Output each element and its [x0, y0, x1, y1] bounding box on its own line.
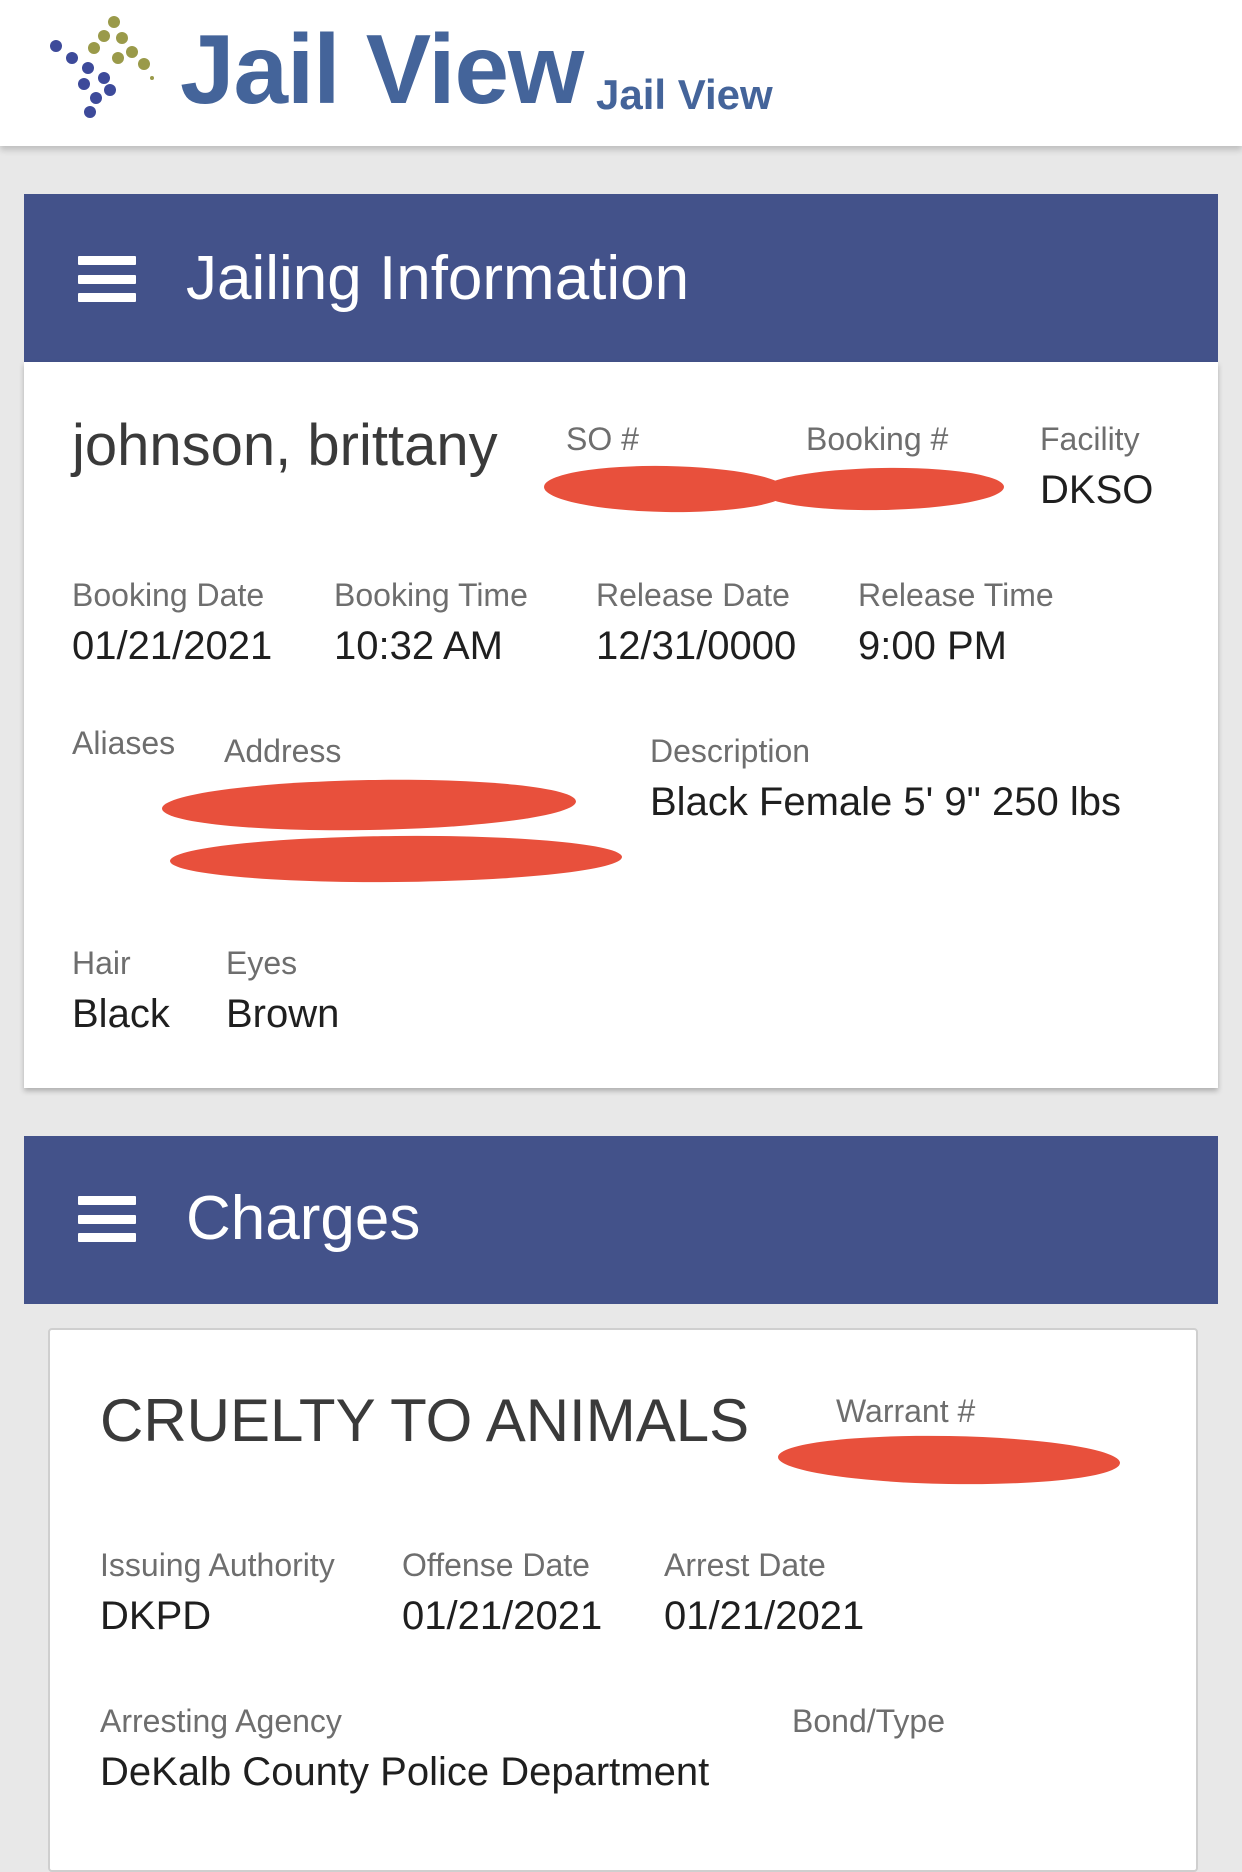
booking-time-label: Booking Time	[334, 577, 528, 613]
booking-date-label: Booking Date	[72, 577, 265, 613]
dots-cross-logo	[50, 16, 154, 118]
arresting-agency-label: Arresting Agency	[100, 1703, 342, 1739]
release-time-value: 9:00 PM	[858, 624, 1007, 668]
address-label: Address	[224, 733, 342, 769]
hair-value: Black	[72, 992, 170, 1036]
jailing-information-card: johnson, brittany SO # Booking # Facilit…	[24, 362, 1218, 1088]
so-number-redaction	[543, 463, 789, 515]
issuing-authority-value: DKPD	[100, 1594, 212, 1638]
so-number-label: SO #	[566, 421, 639, 457]
booking-date-value: 01/21/2021	[72, 624, 273, 668]
jailing-information-header[interactable]: Jailing Information	[24, 194, 1218, 362]
facility-label: Facility	[1040, 421, 1140, 457]
offense-date-label: Offense Date	[402, 1547, 590, 1583]
facility-value: DKSO	[1040, 468, 1154, 512]
address-redaction-line-1	[161, 776, 577, 834]
warrant-number-label: Warrant #	[836, 1393, 976, 1429]
booking-number-redaction	[759, 465, 1005, 513]
section-title: Jailing Information	[186, 244, 690, 313]
release-date-value: 12/31/0000	[596, 624, 797, 668]
offense-date-value: 01/21/2021	[402, 1594, 603, 1638]
charge-card: CRUELTY TO ANIMALS Warrant # Issuing Aut…	[48, 1328, 1198, 1872]
issuing-authority-label: Issuing Authority	[100, 1547, 335, 1583]
release-time-label: Release Time	[858, 577, 1054, 613]
arrest-date-label: Arrest Date	[664, 1547, 826, 1583]
section-title: Charges	[186, 1184, 421, 1253]
aliases-label: Aliases	[72, 725, 176, 761]
app-title: Jail View	[180, 14, 584, 124]
hair-label: Hair	[72, 945, 131, 981]
arresting-agency-value: DeKalb County Police Department	[100, 1750, 710, 1794]
hamburger-menu-icon[interactable]	[78, 256, 136, 302]
charge-title: CRUELTY TO ANIMALS	[100, 1387, 750, 1454]
description-label: Description	[650, 733, 811, 769]
app-header: Jail View Jail View	[0, 0, 1242, 146]
inmate-name: johnson, brittany	[72, 413, 498, 478]
charges-header[interactable]: Charges	[24, 1136, 1218, 1304]
app-subtitle: Jail View	[596, 71, 773, 118]
description-value: Black Female 5' 9" 250 lbs	[650, 780, 1121, 824]
booking-time-value: 10:32 AM	[334, 624, 504, 668]
bond-type-label: Bond/Type	[792, 1703, 945, 1739]
eyes-value: Brown	[226, 992, 340, 1036]
eyes-label: Eyes	[226, 945, 298, 981]
booking-number-label: Booking #	[806, 421, 949, 457]
warrant-number-redaction	[777, 1433, 1121, 1487]
arrest-date-value: 01/21/2021	[664, 1594, 865, 1638]
release-date-label: Release Date	[596, 577, 790, 613]
address-redaction-line-2	[169, 834, 623, 884]
hamburger-menu-icon[interactable]	[78, 1196, 136, 1242]
